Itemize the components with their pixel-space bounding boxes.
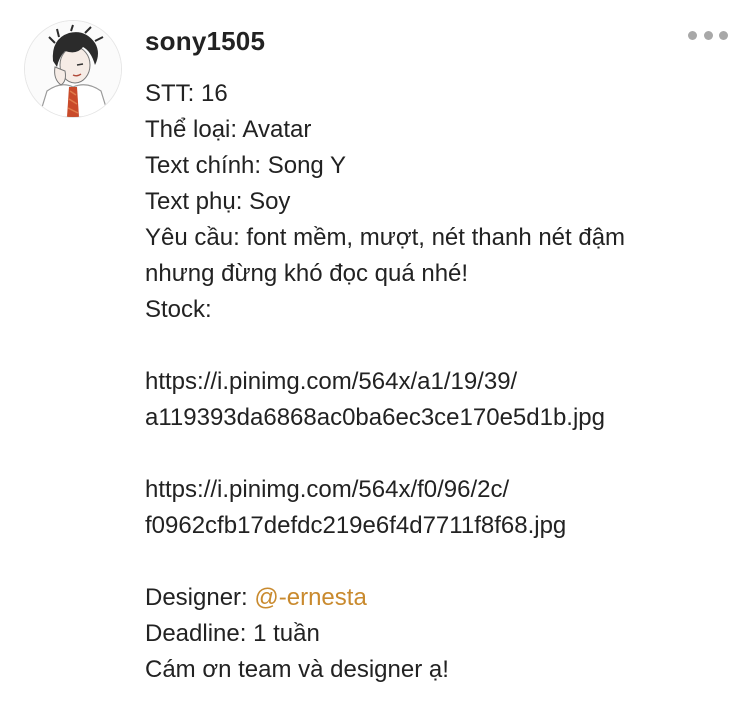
requirement-line-continued: nhưng đừng khó đọc quá nhé! bbox=[145, 260, 469, 287]
post-content: STT: 16 Thể loại: Avatar Text chính: Son… bbox=[145, 76, 735, 688]
stock-link-1-part-2: a119393da6868ac0ba6ec3ce170e5d1b.jpg bbox=[145, 404, 605, 431]
stt-line: STT: 16 bbox=[145, 80, 228, 107]
avatar[interactable] bbox=[24, 20, 122, 118]
dot-icon bbox=[688, 30, 697, 40]
dot-icon bbox=[719, 30, 728, 40]
stock-link-2-part-2: f0962cfb17defdc219e6f4d7711f8f68.jpg bbox=[145, 512, 567, 539]
requirement-line: Yêu cầu: font mềm, mượt, nét thanh nét đ… bbox=[145, 224, 626, 251]
more-options-icon[interactable] bbox=[688, 28, 728, 42]
stock-link-2-part-1: https://i.pinimg.com/564x/f0/96/2c/ bbox=[145, 476, 510, 503]
stock-link-1-part-1: https://i.pinimg.com/564x/a1/19/39/ bbox=[145, 368, 518, 395]
stock-label: Stock: bbox=[145, 296, 212, 323]
thanks-line: Cám ơn team và designer ạ! bbox=[145, 656, 449, 683]
username[interactable]: sony1505 bbox=[145, 26, 265, 57]
main-text-line: Text chính: Song Y bbox=[145, 152, 347, 179]
sub-text-line: Text phụ: Soy bbox=[145, 188, 291, 215]
category-line: Thể loại: Avatar bbox=[145, 116, 312, 143]
dot-icon bbox=[703, 30, 713, 40]
designer-mention-link[interactable]: @-ernesta bbox=[254, 584, 366, 611]
deadline-line: Deadline: 1 tuần bbox=[145, 620, 320, 647]
designer-label: Designer: bbox=[145, 584, 255, 611]
avatar-illustration bbox=[25, 21, 121, 117]
designer-line: Designer: @-ernesta bbox=[145, 580, 735, 616]
